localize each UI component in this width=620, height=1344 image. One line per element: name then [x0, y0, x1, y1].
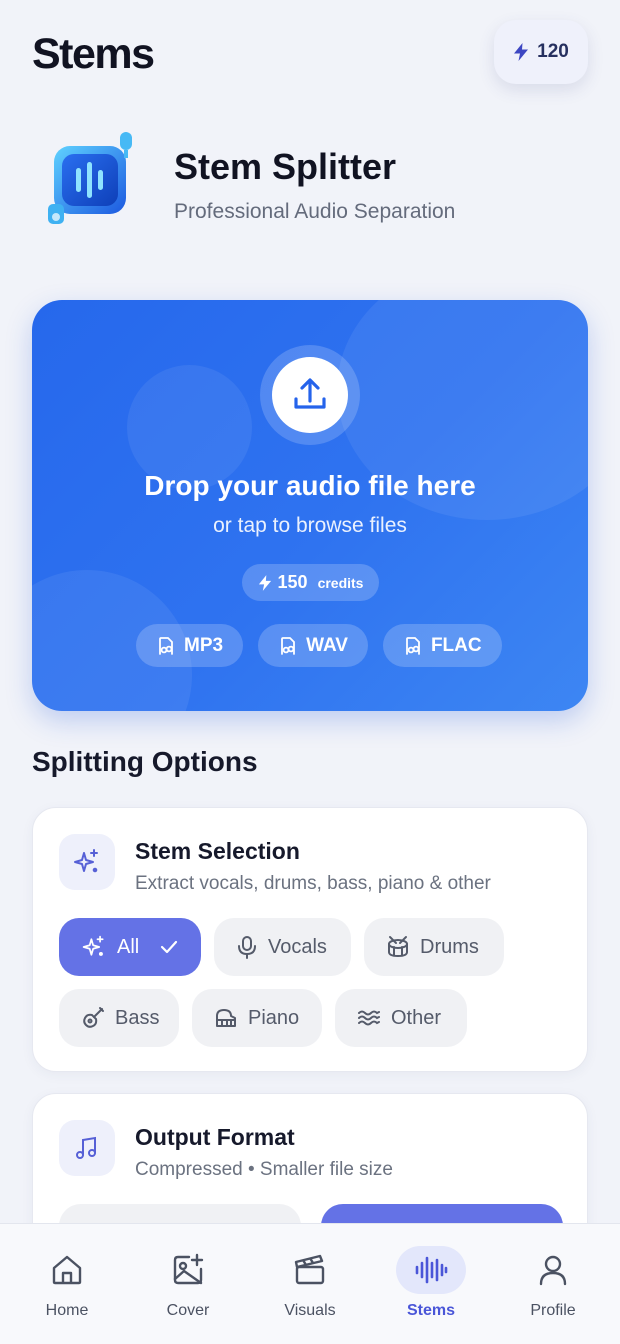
nav-item-stems[interactable]: Stems [376, 1246, 486, 1336]
stem-options-row: Bass Piano Other [59, 989, 467, 1047]
credits-count: 120 [537, 41, 569, 62]
stem-option-label: Piano [248, 1006, 300, 1029]
stem-option-other[interactable]: Other [335, 989, 467, 1047]
header: Stems 120 [32, 20, 588, 90]
app-logo [46, 128, 142, 228]
nav-item-profile[interactable]: Profile [498, 1246, 608, 1336]
upload-title: Drop your audio file here [144, 470, 476, 501]
stem-option-label: Bass [115, 1006, 160, 1029]
stem-option-bass[interactable]: Bass [59, 989, 179, 1047]
clapperboard-icon [293, 1253, 327, 1287]
output-format-description: Compressed • Smaller file size [135, 1159, 393, 1180]
file-audio-icon [403, 636, 423, 656]
supported-formats: MP3 WAV FLAC [136, 624, 502, 667]
guitar-icon [81, 1006, 105, 1030]
stem-option-drums[interactable]: Drums [364, 918, 504, 976]
bottom-nav: Home Cover Visuals Stems Profile [0, 1223, 620, 1344]
file-audio-icon [156, 636, 176, 656]
sparkles-icon [81, 934, 107, 960]
audio-waveform-icon [414, 1253, 448, 1287]
user-icon [536, 1253, 570, 1287]
nav-item-home[interactable]: Home [12, 1246, 122, 1336]
lightning-icon [513, 43, 529, 61]
file-audio-icon [278, 636, 298, 656]
stem-selection-description: Extract vocals, drums, bass, piano & oth… [135, 873, 491, 894]
stem-selection-title: Stem Selection [135, 838, 300, 864]
music-note-icon [59, 1120, 115, 1176]
nav-label: Profile [530, 1302, 576, 1319]
hero-subtitle: Professional Audio Separation [174, 200, 456, 223]
format-chip-flac: FLAC [382, 624, 502, 667]
home-icon [50, 1253, 84, 1287]
stem-option-label: Vocals [268, 935, 327, 958]
nav-label: Home [45, 1302, 89, 1319]
stem-option-vocals[interactable]: Vocals [214, 918, 351, 976]
image-plus-icon [171, 1253, 205, 1287]
section-title: Splitting Options [32, 746, 258, 777]
format-label: WAV [306, 634, 348, 656]
nav-label: Stems [406, 1302, 456, 1319]
stem-option-label: Other [391, 1006, 442, 1029]
credits-cost: 150 [277, 572, 308, 592]
waves-icon [357, 1008, 381, 1028]
format-chip-mp3: MP3 [136, 624, 244, 667]
upload-icon [290, 375, 330, 415]
credits-button[interactable]: 120 [494, 20, 588, 84]
stem-options-row: All Vocals Drums [59, 918, 504, 976]
upload-credits-badge: 150 credits [242, 564, 379, 601]
stem-selection-card: Stem Selection Extract vocals, drums, ba… [32, 807, 588, 1072]
sparkles-icon [59, 834, 115, 890]
stem-option-label: Drums [420, 935, 479, 958]
credits-label: credits [317, 574, 364, 591]
hero-title: Stem Splitter [174, 146, 397, 187]
nav-label: Cover [166, 1302, 210, 1319]
format-label: MP3 [184, 634, 224, 656]
hero: Stem Splitter Professional Audio Separat… [46, 128, 586, 238]
lightning-icon [258, 574, 272, 591]
upload-button[interactable] [260, 345, 360, 445]
nav-item-cover[interactable]: Cover [133, 1246, 243, 1336]
format-chip-wav: WAV [258, 624, 368, 667]
upload-dropzone[interactable]: Drop your audio file here or tap to brow… [32, 300, 588, 711]
nav-item-visuals[interactable]: Visuals [255, 1246, 365, 1336]
upload-subtitle: or tap to browse files [213, 514, 407, 537]
format-label: FLAC [430, 634, 482, 656]
stem-option-all[interactable]: All [59, 918, 201, 976]
stem-option-piano[interactable]: Piano [192, 989, 322, 1047]
drum-icon [386, 935, 410, 959]
output-format-title: Output Format [135, 1124, 295, 1150]
piano-icon [214, 1006, 238, 1030]
page-title: Stems [32, 30, 155, 78]
nav-label: Visuals [284, 1302, 336, 1319]
microphone-icon [236, 935, 258, 959]
stem-option-label: All [117, 935, 140, 958]
check-icon [159, 937, 179, 957]
